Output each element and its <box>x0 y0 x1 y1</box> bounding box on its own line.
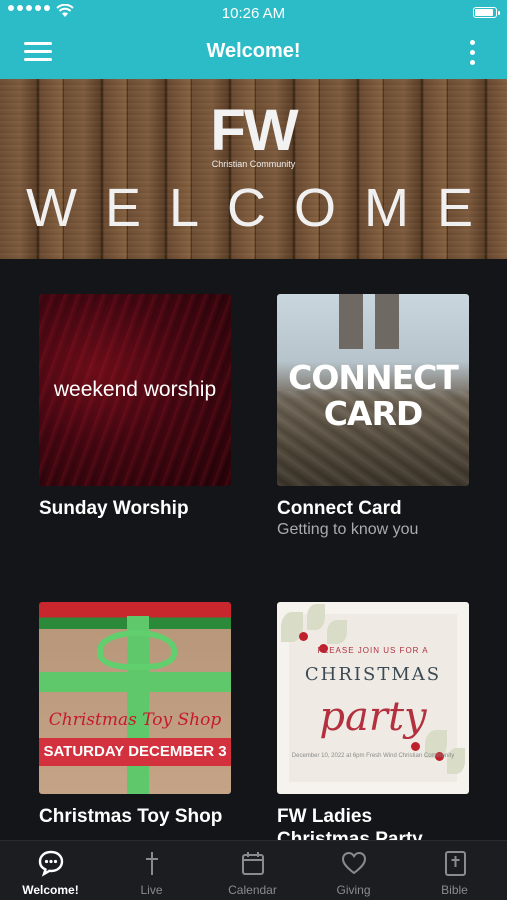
tab-label: Bible <box>441 883 468 897</box>
card-image: weekend worship <box>39 294 231 486</box>
battery-icon <box>473 7 500 18</box>
status-bar: 10:26 AM <box>0 0 507 26</box>
tab-calendar[interactable]: Calendar <box>202 841 303 900</box>
card-image: Christmas Toy Shop SATURDAY DECEMBER 3 <box>39 602 231 794</box>
tab-label: Calendar <box>228 883 277 897</box>
image-caption: weekend worship <box>53 378 217 401</box>
card-christmas-toy-shop[interactable]: Christmas Toy Shop SATURDAY DECEMBER 3 C… <box>39 602 231 828</box>
card-image: CONNECT CARD <box>277 294 469 486</box>
more-options-icon[interactable] <box>469 40 477 66</box>
image-date: SATURDAY DECEMBER 3 <box>39 738 231 766</box>
card-fw-ladies-christmas-party[interactable]: PLEASE JOIN US FOR A CHRISTMAS party Dec… <box>277 602 469 851</box>
image-caption: Christmas Toy Shop <box>48 710 222 730</box>
bible-icon <box>444 851 466 876</box>
tab-bible[interactable]: Bible <box>404 841 505 900</box>
card-title: Christmas Toy Shop <box>39 806 223 827</box>
chat-bubble-icon <box>38 850 63 877</box>
tab-live[interactable]: Live <box>101 841 202 900</box>
welcome-banner: FW Christian Community WELCOME <box>0 79 507 259</box>
image-script: party <box>319 694 427 740</box>
bottom-tab-bar: Welcome! Live Calendar Giving Bible <box>0 840 507 900</box>
tab-label: Giving <box>336 883 371 897</box>
status-time: 10:26 AM <box>221 5 286 22</box>
logo-subtitle: Christian Community <box>211 159 296 169</box>
tab-label: Live <box>140 883 163 897</box>
card-image: PLEASE JOIN US FOR A CHRISTMAS party Dec… <box>277 602 469 794</box>
card-connect-card[interactable]: CONNECT CARD Connect Card Getting to kno… <box>277 294 469 539</box>
church-logo: FW <box>210 98 298 163</box>
card-sunday-worship[interactable]: weekend worship Sunday Worship <box>39 294 231 520</box>
calendar-icon <box>241 852 264 875</box>
top-app-bar: Welcome! <box>0 26 507 79</box>
banner-welcome-text: WELCOME <box>25 178 502 238</box>
content-grid: weekend worship Sunday Worship CONNECT C… <box>0 259 507 850</box>
card-subtitle: Getting to know you <box>277 521 419 538</box>
card-title: Connect Card <box>277 498 402 519</box>
image-heading: CHRISTMAS <box>304 664 442 685</box>
heart-icon <box>341 851 366 875</box>
image-details: December 10, 2022 at 6pm Fresh Wind Chri… <box>291 753 455 759</box>
card-title: Sunday Worship <box>39 498 189 519</box>
tab-giving[interactable]: Giving <box>303 841 404 900</box>
tab-label: Welcome! <box>22 883 79 897</box>
image-invite-text: PLEASE JOIN US FOR A <box>317 646 429 655</box>
tab-welcome[interactable]: Welcome! <box>0 841 101 900</box>
image-caption: CONNECT CARD <box>288 358 459 433</box>
cross-icon <box>145 852 158 875</box>
page-title: Welcome! <box>206 40 301 62</box>
